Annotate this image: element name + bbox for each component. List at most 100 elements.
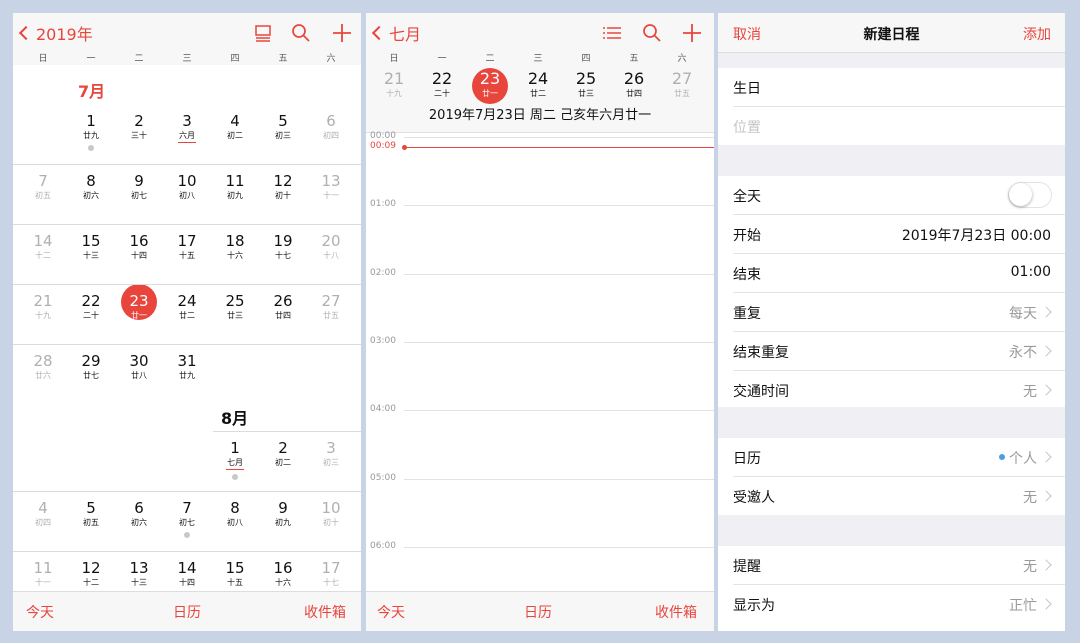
- calendar-day[interactable]: 19 十七: [259, 232, 307, 261]
- calendar-day[interactable]: 14 十四: [163, 559, 211, 588]
- calendar-day[interactable]: 9 初七: [115, 172, 163, 201]
- weekday-label: 三: [182, 54, 192, 64]
- chevron-right-icon: [1040, 598, 1052, 610]
- day-number: 6: [326, 112, 336, 130]
- row-divider: [13, 491, 361, 492]
- tab-today[interactable]: 今天: [377, 602, 405, 622]
- calendar-day[interactable]: 15 十三: [67, 232, 115, 261]
- calendar-row[interactable]: 日历 个人: [718, 438, 1065, 476]
- list-icon[interactable]: [600, 21, 624, 45]
- calendar-day[interactable]: 23 廿一: [115, 292, 163, 321]
- show-as-row[interactable]: 显示为 正忙: [718, 585, 1065, 623]
- calendar-day[interactable]: 10 初八: [163, 172, 211, 201]
- calendar-day[interactable]: 21 十九: [19, 292, 67, 321]
- calendar-day[interactable]: 29 廿七: [67, 352, 115, 381]
- tab-inbox[interactable]: 收件箱: [655, 602, 697, 622]
- calendar-day[interactable]: 27 廿五: [307, 292, 355, 321]
- calendar-day[interactable]: 11 初九: [211, 172, 259, 201]
- repeat-row[interactable]: 重复 每天: [718, 293, 1065, 331]
- calendar-day[interactable]: 1 廿九: [67, 112, 115, 151]
- calendar-day[interactable]: 9 初九: [259, 499, 307, 528]
- back-to-year-button[interactable]: 2019年: [18, 21, 93, 45]
- calendar-day[interactable]: 8 初六: [67, 172, 115, 201]
- tab-today[interactable]: 今天: [26, 602, 54, 622]
- week-strip-day[interactable]: 26 廿四: [614, 69, 654, 99]
- end-repeat-row[interactable]: 结束重复 永不: [718, 332, 1065, 370]
- week-strip-day[interactable]: 21 十九: [374, 69, 414, 99]
- calendar-day[interactable]: 12 十二: [67, 559, 115, 588]
- calendar-day[interactable]: 15 十五: [211, 559, 259, 588]
- calendar-day[interactable]: 3 初三: [307, 439, 355, 468]
- travel-time-row[interactable]: 交通时间 无: [718, 371, 1065, 409]
- lunar-date: 初三: [275, 131, 291, 140]
- week-strip-day[interactable]: 22 二十: [422, 69, 462, 99]
- page-title: 新建日程: [863, 27, 920, 43]
- calendar-day[interactable]: 2 三十: [115, 112, 163, 141]
- calendar-day[interactable]: 20 十八: [307, 232, 355, 261]
- calendar-day[interactable]: 6 初四: [307, 112, 355, 141]
- day-number: 28: [33, 352, 53, 370]
- calendar-day[interactable]: 5 初五: [67, 499, 115, 528]
- week-strip-day[interactable]: 25 廿三: [566, 69, 606, 99]
- invitees-row[interactable]: 受邀人 无: [718, 477, 1065, 515]
- weekday-label: 一: [437, 54, 447, 64]
- calendar-day[interactable]: 1 七月: [211, 439, 259, 480]
- month-start-underline: [226, 469, 244, 470]
- tab-calendars[interactable]: 日历: [524, 602, 552, 622]
- calendar-day[interactable]: 2 初二: [259, 439, 307, 468]
- calendar-day[interactable]: 7 初七: [163, 499, 211, 538]
- calendar-day[interactable]: 28 廿六: [19, 352, 67, 381]
- day-number: 22: [81, 292, 101, 310]
- calendar-day[interactable]: 4 初四: [19, 499, 67, 528]
- search-icon[interactable]: [640, 21, 664, 45]
- calendar-day[interactable]: 10 初十: [307, 499, 355, 528]
- tab-inbox[interactable]: 收件箱: [304, 602, 346, 622]
- all-day-toggle[interactable]: [1008, 182, 1052, 208]
- calendar-day[interactable]: 25 廿三: [211, 292, 259, 321]
- day-number: 25: [225, 292, 245, 310]
- search-icon[interactable]: [289, 21, 313, 45]
- list-view-icon[interactable]: [251, 21, 275, 45]
- calendar-day[interactable]: 5 初三: [259, 112, 307, 141]
- calendar-day[interactable]: 31 廿九: [163, 352, 211, 381]
- calendar-day[interactable]: 18 十六: [211, 232, 259, 261]
- calendar-day[interactable]: 3 六月: [163, 112, 211, 143]
- lunar-date: 十五: [227, 578, 243, 587]
- calendar-day[interactable]: 16 十四: [115, 232, 163, 261]
- calendar-day[interactable]: 24 廿二: [163, 292, 211, 321]
- day-number: 16: [129, 232, 149, 250]
- back-label: 七月: [389, 25, 422, 44]
- calendar-day[interactable]: 13 十三: [115, 559, 163, 588]
- calendar-day[interactable]: 7 初五: [19, 172, 67, 201]
- calendar-day[interactable]: 26 廿四: [259, 292, 307, 321]
- calendar-day[interactable]: 17 十七: [307, 559, 355, 588]
- week-strip-day[interactable]: 27 廿五: [662, 69, 702, 99]
- current-time-line: [404, 147, 714, 149]
- lunar-date: 十一: [323, 191, 339, 200]
- plus-icon[interactable]: [680, 21, 704, 45]
- lunar-date: 初二: [275, 458, 291, 467]
- end-row[interactable]: 结束 01:00: [718, 254, 1065, 292]
- calendar-day[interactable]: 12 初十: [259, 172, 307, 201]
- calendar-day[interactable]: 6 初六: [115, 499, 163, 528]
- calendar-day[interactable]: 13 十一: [307, 172, 355, 201]
- calendar-day[interactable]: 16 十六: [259, 559, 307, 588]
- calendar-day[interactable]: 22 二十: [67, 292, 115, 321]
- week-strip-day[interactable]: 23 廿一: [470, 69, 510, 99]
- calendar-day[interactable]: 17 十五: [163, 232, 211, 261]
- alert-row[interactable]: 提醒 无: [718, 546, 1065, 584]
- add-button[interactable]: 添加: [1023, 24, 1051, 44]
- location-field[interactable]: 位置: [718, 107, 1065, 145]
- event-title-field[interactable]: 生日: [718, 68, 1065, 106]
- calendar-day[interactable]: 4 初二: [211, 112, 259, 141]
- back-to-month-button[interactable]: 七月: [371, 21, 422, 45]
- week-strip-day[interactable]: 24 廿二: [518, 69, 558, 99]
- day-number: 8: [86, 172, 96, 190]
- calendar-day[interactable]: 14 十二: [19, 232, 67, 261]
- calendar-day[interactable]: 8 初八: [211, 499, 259, 528]
- calendar-day[interactable]: 11 十一: [19, 559, 67, 588]
- start-row[interactable]: 开始 2019年7月23日 00:00: [718, 215, 1065, 253]
- calendar-day[interactable]: 30 廿八: [115, 352, 163, 381]
- plus-icon[interactable]: [330, 21, 354, 45]
- tab-calendars[interactable]: 日历: [173, 602, 201, 622]
